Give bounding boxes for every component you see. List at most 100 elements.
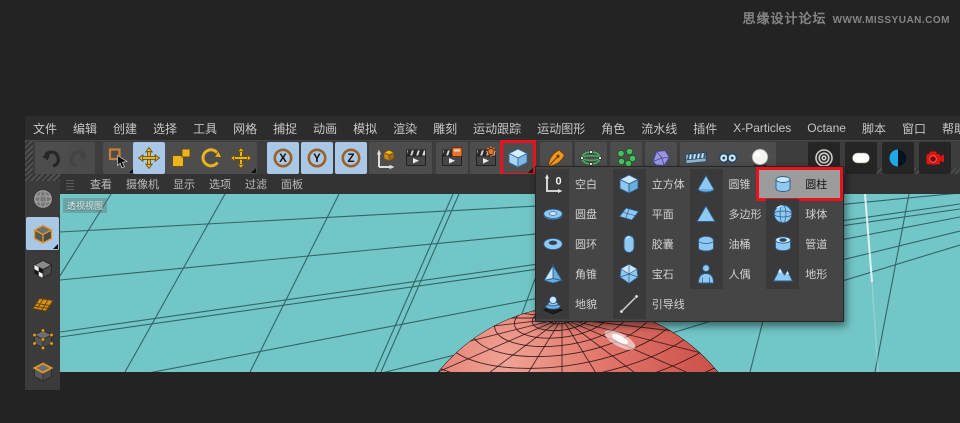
model-cube-icon <box>32 224 53 244</box>
last-tool-button[interactable] <box>225 142 257 174</box>
menu-item-创建[interactable]: 创建 <box>113 120 137 137</box>
primitive-item-角锥[interactable]: 角锥 <box>536 259 613 289</box>
scale-tool-button[interactable] <box>165 142 197 174</box>
light-icon <box>852 152 870 164</box>
plugin-contrast-button[interactable] <box>882 142 914 174</box>
plugin-camera-button[interactable] <box>919 142 951 174</box>
menu-item-编辑[interactable]: 编辑 <box>73 120 97 137</box>
menu-item-插件[interactable]: 插件 <box>693 120 717 137</box>
menu-item-运动跟踪[interactable]: 运动跟踪 <box>473 120 521 137</box>
primitive-item-管道[interactable]: 管道 <box>766 229 843 259</box>
contrast-icon <box>889 149 907 167</box>
render-view-button[interactable] <box>400 142 432 174</box>
model-mode-button[interactable] <box>26 217 59 250</box>
menu-item-雕刻[interactable]: 雕刻 <box>433 120 457 137</box>
lock-x-axis-button[interactable]: X <box>267 142 299 174</box>
redo-button[interactable] <box>63 142 95 174</box>
undo-icon <box>42 150 61 168</box>
render-settings-icon <box>442 147 463 166</box>
lock-z-axis-button[interactable]: Z <box>335 142 367 174</box>
workplane-mode-button[interactable] <box>26 287 59 320</box>
primitive-item-圆柱[interactable]: 圆柱 <box>756 167 844 201</box>
viewport-menu-摄像机[interactable]: 摄像机 <box>126 176 159 192</box>
primitive-item-圆锥[interactable]: 圆锥 <box>689 169 767 199</box>
scale-tool-icon <box>172 148 191 167</box>
menu-item-动画[interactable]: 动画 <box>313 120 337 137</box>
rectangle-selection-button[interactable] <box>103 142 135 174</box>
sidebar-grip[interactable] <box>25 174 60 181</box>
primitive-label: 平面 <box>651 209 674 221</box>
cylinder-icon <box>775 176 791 192</box>
primitive-item-多边形[interactable]: 多边形 <box>689 199 767 229</box>
primitive-item-地形[interactable]: 地形 <box>766 259 843 289</box>
menu-item-角色[interactable]: 角色 <box>601 120 625 137</box>
points-mode-button[interactable] <box>26 322 59 355</box>
move-tool-button[interactable] <box>133 142 165 174</box>
primitive-item-油桶[interactable]: 油桶 <box>689 229 767 259</box>
render-settings-button[interactable] <box>436 142 468 174</box>
svg-text:0: 0 <box>555 176 561 188</box>
move-tool-icon <box>229 146 253 170</box>
primitive-item-平面[interactable]: 平面 <box>612 199 690 229</box>
viewport-menu-面板[interactable]: 面板 <box>281 176 303 192</box>
primitive-label: 圆锥 <box>728 179 751 191</box>
viewport-menu-grip[interactable] <box>66 178 74 190</box>
render-queue-button[interactable] <box>470 142 502 174</box>
primitive-item-宝石[interactable]: 宝石 <box>612 259 690 289</box>
edges-mode-button[interactable] <box>26 355 59 388</box>
coordinate-system-button[interactable] <box>369 142 401 174</box>
primitive-item-地貌[interactable]: 地貌 <box>536 289 613 319</box>
plane-icon <box>618 207 640 221</box>
menu-item-工具[interactable]: 工具 <box>193 120 217 137</box>
primitive-item-圆盘[interactable]: 圆盘 <box>536 199 613 229</box>
menu-item-脚本[interactable]: 脚本 <box>862 120 886 137</box>
primitive-item-立方体[interactable]: 立方体 <box>612 169 690 199</box>
lock-y-axis-button[interactable]: Y <box>301 142 333 174</box>
viewport-menu-选项[interactable]: 选项 <box>209 176 231 192</box>
tube-icon <box>774 236 791 252</box>
coord-system-icon <box>376 149 395 170</box>
cinema4d-screenshot: 思缘设计论坛 WWW.MISSYUAN.COM 文件 编辑 创建 选择 工具 网格 捕捉 动画模… <box>0 0 960 423</box>
menu-item-Octane[interactable]: Octane <box>807 121 846 135</box>
mode-sidebar <box>25 174 60 390</box>
primitive-item-圆环[interactable]: 圆环 <box>536 229 613 259</box>
viewport-label: 透视视图 <box>63 198 108 213</box>
figure-icon <box>698 264 714 284</box>
menu-item-帮助[interactable]: 帮助 <box>942 120 960 137</box>
primitive-item-胶囊[interactable]: 胶囊 <box>612 229 690 259</box>
landscape-icon <box>772 267 793 282</box>
redo-icon <box>69 150 88 168</box>
menu-item-网格[interactable]: 网格 <box>233 120 257 137</box>
menu-item-选择[interactable]: 选择 <box>153 120 177 137</box>
menu-item-X-Particles[interactable]: X-Particles <box>733 121 791 135</box>
polygon-icon <box>696 205 716 222</box>
plugin-area-light-button[interactable] <box>845 142 877 174</box>
oiltank-icon <box>698 235 714 252</box>
cube-primitive-icon <box>507 148 529 168</box>
menu-item-流水线[interactable]: 流水线 <box>641 120 677 137</box>
menu-item-模拟[interactable]: 模拟 <box>353 120 377 137</box>
primitive-label: 人偶 <box>728 269 751 281</box>
menu-item-捕捉[interactable]: 捕捉 <box>273 120 297 137</box>
toolbar-grip[interactable] <box>25 141 33 175</box>
viewport-menu-查看[interactable]: 查看 <box>90 176 112 192</box>
primitive-item-引导线[interactable]: 引导线 <box>612 289 690 319</box>
viewport-menu-显示[interactable]: 显示 <box>173 176 195 192</box>
make-editable-button[interactable] <box>26 182 59 215</box>
move-tool-icon <box>137 146 161 170</box>
primitive-label: 空白 <box>575 179 597 191</box>
menu-item-渲染[interactable]: 渲染 <box>393 120 417 137</box>
edges-cube-icon <box>32 361 53 382</box>
primitive-label: 角锥 <box>575 269 597 281</box>
primitive-item-球体[interactable]: 球体 <box>766 199 843 229</box>
menu-item-文件[interactable]: 文件 <box>33 120 57 137</box>
primitive-item-人偶[interactable]: 人偶 <box>689 259 767 289</box>
viewport-menu-过滤[interactable]: 过滤 <box>245 176 267 192</box>
add-primitive-cube-button[interactable] <box>500 140 536 176</box>
texture-mode-button[interactable] <box>26 252 59 285</box>
menu-item-运动图形[interactable]: 运动图形 <box>537 120 585 137</box>
menu-item-窗口[interactable]: 窗口 <box>902 120 926 137</box>
primitive-item-空白[interactable]: 0 空白 <box>536 169 613 199</box>
texture-cube-icon <box>33 259 52 279</box>
rotate-tool-button[interactable] <box>195 142 227 174</box>
